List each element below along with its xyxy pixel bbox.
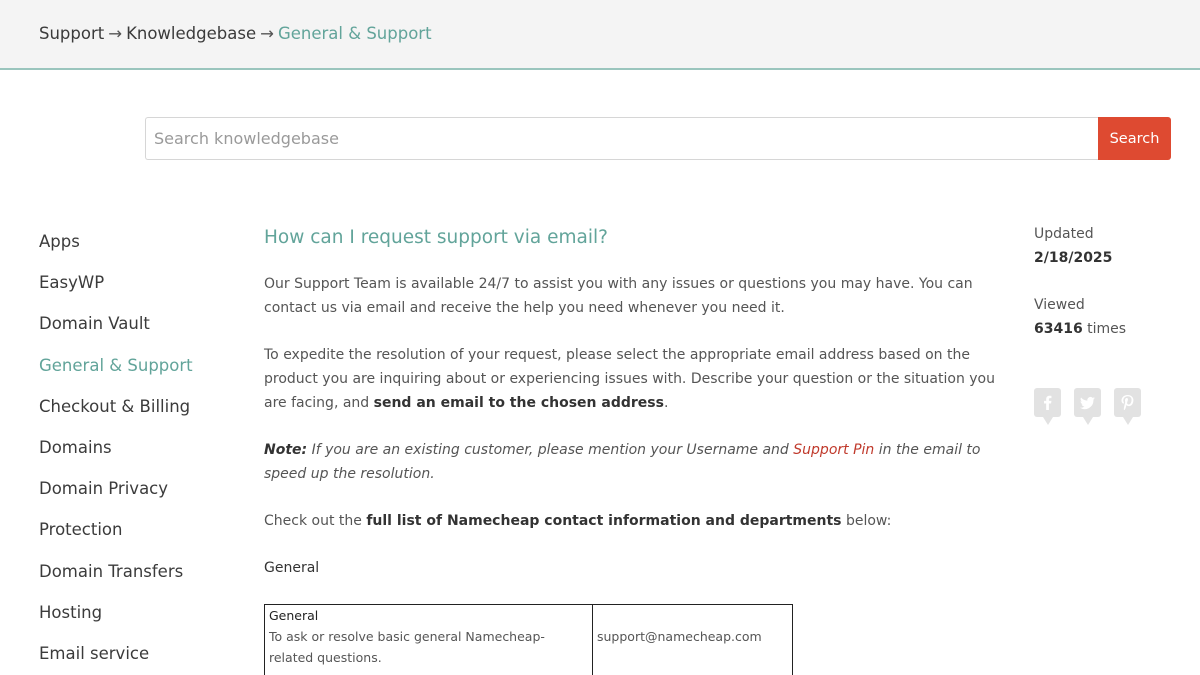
sidebar-item-hosting[interactable]: Hosting (39, 602, 239, 624)
facebook-icon[interactable] (1034, 388, 1061, 425)
department-title: General (269, 608, 319, 623)
pinterest-icon[interactable] (1114, 388, 1141, 425)
search-button[interactable]: Search (1098, 117, 1171, 160)
viewed-count: 63416 (1034, 321, 1083, 337)
breadcrumb-knowledgebase[interactable]: Knowledgebase (126, 24, 256, 43)
twitter-icon[interactable] (1074, 388, 1101, 425)
article-title: How can I request support via email? (264, 227, 608, 248)
note-text: If you are an existing customer, please … (307, 442, 794, 458)
viewed-label: Viewed (1034, 297, 1085, 313)
sidebar-item-domain-transfers[interactable]: Domain Transfers (39, 561, 239, 583)
breadcrumb-bar: Support → Knowledgebase → General & Support (0, 0, 1200, 70)
updated-value: 2/18/2025 (1034, 250, 1113, 266)
breadcrumb-separator: → (260, 24, 274, 43)
search-input[interactable] (145, 117, 1099, 160)
sidebar-item-apps[interactable]: Apps (39, 231, 239, 253)
article-instructions: To expedite the resolution of your reque… (264, 343, 1004, 415)
table-cell-email: support@namecheap.com (592, 604, 793, 675)
article-intro: Our Support Team is available 24/7 to as… (264, 276, 973, 316)
contact-table: General To ask or resolve basic general … (264, 604, 793, 675)
sidebar-item-easywp[interactable]: EasyWP (39, 272, 239, 294)
sidebar-item-general-support[interactable]: General & Support (39, 355, 239, 377)
breadcrumb-support[interactable]: Support (39, 24, 104, 43)
sidebar-item-domains[interactable]: Domains (39, 437, 239, 459)
section-heading-general: General (264, 560, 320, 576)
sidebar-item-domain-privacy[interactable]: Domain Privacy (39, 478, 239, 500)
breadcrumb-separator: → (108, 24, 123, 43)
updated-label: Updated (1034, 226, 1094, 242)
department-description: To ask or resolve basic general Namechea… (269, 629, 545, 665)
sidebar-item-domain-vault[interactable]: Domain Vault (39, 313, 239, 335)
article-contact-intro: Check out the full list of Namecheap con… (264, 509, 1004, 533)
contact-intro-bold: full list of Namecheap contact informati… (366, 513, 842, 529)
contact-intro-end: below: (841, 513, 892, 529)
contact-intro-text: Check out the (264, 513, 367, 529)
social-share (1034, 388, 1141, 425)
sidebar: Apps EasyWP Domain Vault General & Suppo… (39, 231, 239, 675)
article-note: Note: If you are an existing customer, p… (264, 438, 1004, 486)
table-cell-department: General To ask or resolve basic general … (264, 604, 593, 675)
viewed-suffix: times (1082, 321, 1127, 337)
support-pin-link[interactable]: Support Pin (793, 442, 874, 458)
note-label: Note: (264, 442, 308, 458)
instructions-bold: send an email to the chosen address (373, 395, 664, 411)
updated-block: Updated 2/18/2025 (1034, 222, 1174, 270)
sidebar-item-checkout-billing[interactable]: Checkout & Billing (39, 396, 239, 418)
article-meta: Updated 2/18/2025 Viewed 63416 times (1034, 222, 1174, 364)
instructions-end: . (663, 395, 669, 411)
breadcrumb-current[interactable]: General & Support (278, 24, 432, 43)
sidebar-item-protection[interactable]: Protection (39, 519, 239, 541)
table-row: General To ask or resolve basic general … (264, 604, 793, 675)
sidebar-item-email-service[interactable]: Email service (39, 643, 239, 665)
viewed-block: Viewed 63416 times (1034, 293, 1174, 341)
breadcrumb: Support → Knowledgebase → General & Support (39, 23, 432, 45)
article: How can I request support via email? Our… (264, 225, 1004, 603)
viewed-value: 63416 times (1034, 317, 1174, 341)
